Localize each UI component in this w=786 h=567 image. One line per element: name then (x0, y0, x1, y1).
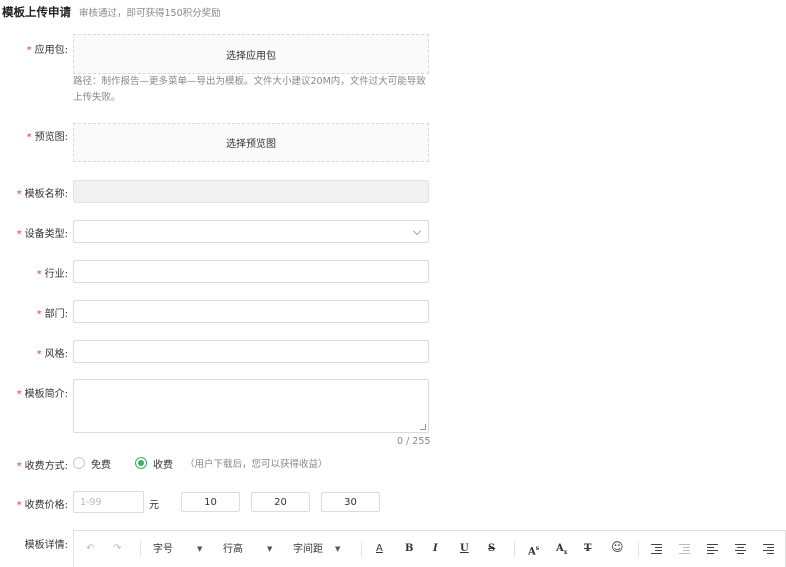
align-center-icon[interactable] (735, 544, 746, 555)
caret-down-icon: ▼ (267, 545, 273, 553)
subscript-icon[interactable]: Ax (556, 543, 567, 559)
price-unit: 元 (149, 500, 159, 511)
page-title: 模板上传申请 (2, 5, 71, 19)
letter-spacing-dropdown[interactable]: 字间距 ▼ (293, 543, 340, 556)
emoji-icon[interactable]: ☺ (611, 541, 624, 553)
price-preset-10[interactable]: 10 (181, 492, 240, 512)
clear-format-icon[interactable]: T (584, 543, 591, 555)
superscript-icon[interactable]: As (528, 543, 539, 558)
industry-input[interactable] (73, 260, 429, 283)
strikethrough-icon[interactable]: S (488, 543, 495, 555)
device-type-select[interactable] (73, 220, 429, 243)
intro-label: * 模板简介: (16, 389, 68, 400)
paid-radio[interactable] (135, 457, 147, 469)
page-subtitle: 审核通过，即可获得150积分奖励 (79, 8, 221, 19)
redo-icon[interactable]: ↷ (113, 543, 121, 555)
resize-handle[interactable] (420, 424, 426, 430)
department-label: * 部门: (36, 309, 68, 320)
caret-down-icon: ▼ (335, 545, 341, 553)
line-height-dropdown[interactable]: 行高 ▼ (223, 543, 272, 556)
template-name-label: * 模板名称: (16, 189, 68, 200)
free-radio[interactable] (73, 457, 85, 469)
toolbar-divider (638, 541, 639, 557)
indent-icon[interactable] (651, 544, 662, 555)
rich-text-editor[interactable]: ↶ ↷ 字号 ▼ 行高 ▼ 字间距 ▼ A B I U S As Ax T ☺ (73, 530, 786, 567)
price-label: * 收费价格: (16, 500, 68, 511)
underline-icon[interactable]: U (460, 543, 469, 555)
select-preview-button[interactable]: 选择预览图 (73, 123, 429, 162)
caret-down-icon: ▼ (197, 545, 203, 553)
select-app-package-button[interactable]: 选择应用包 (73, 34, 429, 74)
page-header: 模板上传申请 审核通过，即可获得150积分奖励 (2, 4, 221, 20)
charge-mode-label: * 收费方式: (16, 461, 68, 472)
charge-mode-radio-group: 免费 收费 （用户下载后，您可以获得收益） (73, 455, 328, 471)
app-package-label: * 应用包: (26, 45, 68, 56)
price-preset-30[interactable]: 30 (321, 492, 380, 512)
toolbar-divider (361, 541, 362, 557)
italic-icon[interactable]: I (433, 543, 438, 555)
font-size-dropdown[interactable]: 字号 ▼ (153, 543, 202, 556)
bold-icon[interactable]: B (405, 543, 413, 555)
free-radio-label[interactable]: 免费 (91, 456, 111, 471)
chevron-down-icon (412, 226, 422, 236)
device-type-label: * 设备类型: (16, 229, 68, 240)
template-name-input[interactable] (73, 180, 429, 203)
paid-note: （用户下载后，您可以获得收益） (185, 459, 328, 470)
intro-char-counter: 0 / 255 (397, 436, 431, 447)
toolbar-divider (514, 541, 515, 557)
style-label: * 风格: (36, 349, 68, 360)
department-input[interactable] (73, 300, 429, 323)
font-color-icon[interactable]: A (376, 543, 383, 555)
paid-radio-label[interactable]: 收费 (153, 456, 173, 471)
align-left-icon[interactable] (707, 544, 718, 555)
preview-label: * 预览图: (26, 132, 68, 143)
price-preset-20[interactable]: 20 (251, 492, 310, 512)
style-input[interactable] (73, 340, 429, 363)
details-label: 模板详情: (24, 540, 68, 551)
industry-label: * 行业: (36, 269, 68, 280)
outdent-icon[interactable] (679, 544, 690, 555)
app-package-hint: 路径：制作报告—更多菜单—导出为模板。文件大小建议20M内，文件过大可能导致上传… (73, 76, 426, 103)
toolbar-divider (140, 541, 141, 557)
intro-textarea[interactable] (73, 379, 429, 433)
undo-icon[interactable]: ↶ (86, 543, 94, 555)
price-input[interactable]: 1-99 (73, 491, 144, 513)
align-right-icon[interactable] (763, 544, 774, 555)
